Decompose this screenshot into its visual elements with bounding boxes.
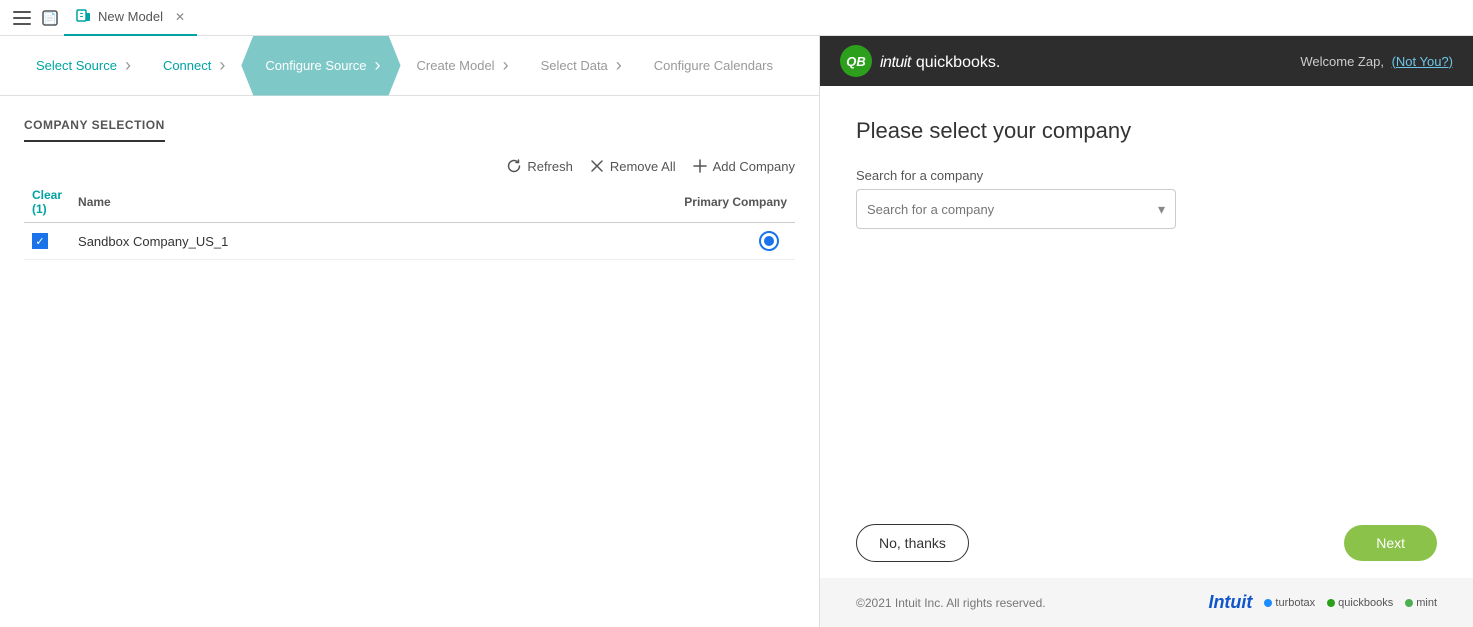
left-content: COMPANY SELECTION Refresh	[0, 96, 819, 627]
section-title: COMPANY SELECTION	[24, 118, 165, 142]
col-primary-header: Primary Company	[493, 182, 795, 223]
step-configure-calendars-label: Configure Calendars	[654, 58, 773, 73]
tab-new-model[interactable]: New Model ✕	[64, 0, 197, 36]
next-button[interactable]: Next	[1344, 525, 1437, 561]
col-name-header: Name	[70, 182, 493, 223]
right-panel: QB intuit quickbooks. Welcome Zap, (Not …	[820, 36, 1473, 627]
qb-logo-wordmark: intuit quickbooks.	[880, 51, 1000, 72]
add-company-icon	[692, 158, 708, 174]
no-thanks-button[interactable]: No, thanks	[856, 524, 969, 562]
wizard-step-create-model[interactable]: Create Model ›	[401, 36, 525, 96]
welcome-text: Welcome Zap,	[1300, 54, 1384, 69]
add-company-button[interactable]: Add Company	[692, 158, 795, 174]
svg-text:📄: 📄	[43, 12, 57, 25]
search-chevron-icon[interactable]: ▾	[1158, 201, 1165, 218]
qb-header: QB intuit quickbooks. Welcome Zap, (Not …	[820, 36, 1473, 86]
tab-bar: 📄 New Model ✕	[0, 0, 1473, 36]
row-checkbox[interactable]: ✓	[32, 233, 48, 249]
quickbooks-footer-logo: quickbooks	[1327, 597, 1393, 609]
qb-welcome: Welcome Zap, (Not You?)	[1300, 54, 1453, 69]
turbotax-dot-icon	[1264, 599, 1272, 607]
hamburger-button[interactable]	[8, 4, 36, 32]
step-select-data-label: Select Data	[541, 58, 608, 73]
refresh-button[interactable]: Refresh	[506, 158, 573, 174]
mint-dot-icon	[1405, 599, 1413, 607]
company-name-cell: Sandbox Company_US_1	[70, 223, 493, 260]
wizard-step-select-source[interactable]: Select Source ›	[20, 36, 147, 96]
step-create-model-label: Create Model	[417, 58, 495, 73]
footer-logos: Intuit turbotax quickbooks mint	[1208, 592, 1437, 613]
qb-intuit-text: intuit	[880, 54, 911, 71]
add-company-label: Add Company	[713, 159, 795, 174]
tab-close-button[interactable]: ✕	[175, 10, 185, 24]
wizard-step-connect[interactable]: Connect ›	[147, 36, 241, 96]
search-label: Search for a company	[856, 168, 1437, 183]
wizard-step-configure-source[interactable]: Configure Source ›	[241, 36, 400, 96]
step-configure-source-label: Configure Source	[265, 58, 366, 73]
qb-brand-text: quickbooks.	[916, 54, 1001, 71]
content-area: Select Source › Connect › Configure Sour…	[0, 36, 1473, 627]
primary-radio-cell	[493, 223, 795, 260]
copyright-text: ©2021 Intuit Inc. All rights reserved.	[856, 596, 1046, 610]
remove-all-label: Remove All	[610, 159, 676, 174]
qb-logo: QB intuit quickbooks.	[840, 45, 1000, 77]
new-tab-button[interactable]: 📄	[36, 4, 64, 32]
not-you-link[interactable]: (Not You?)	[1392, 54, 1453, 69]
svg-text:QB: QB	[846, 54, 866, 69]
turbotax-logo: turbotax	[1264, 597, 1315, 609]
app-container: 📄 New Model ✕ Select Source ›	[0, 0, 1473, 627]
remove-all-icon	[589, 158, 605, 174]
wizard-step-select-data[interactable]: Select Data ›	[525, 36, 638, 96]
model-icon	[76, 9, 92, 25]
wizard-nav: Select Source › Connect › Configure Sour…	[0, 36, 819, 96]
table-row: ✓ Sandbox Company_US_1	[24, 223, 795, 260]
refresh-icon	[506, 158, 522, 174]
left-panel: Select Source › Connect › Configure Sour…	[0, 36, 820, 627]
qb-actions: No, thanks Next	[820, 508, 1473, 578]
qb-page-title: Please select your company	[856, 118, 1437, 144]
qb-dot-icon	[1327, 599, 1335, 607]
company-search-input[interactable]	[867, 202, 1158, 217]
radio-selected-indicator	[764, 236, 774, 246]
primary-radio[interactable]	[759, 231, 779, 251]
remove-all-button[interactable]: Remove All	[589, 158, 676, 174]
wizard-step-configure-calendars[interactable]: Configure Calendars	[638, 36, 789, 96]
qb-footer: ©2021 Intuit Inc. All rights reserved. I…	[820, 578, 1473, 627]
qb-logo-icon: QB	[840, 45, 872, 77]
qb-body: Please select your company Search for a …	[820, 86, 1473, 508]
mint-logo: mint	[1405, 597, 1437, 609]
clear-link[interactable]: Clear (1)	[32, 188, 62, 216]
intuit-footer-logo: Intuit	[1208, 592, 1252, 613]
tab-label: New Model	[98, 9, 163, 24]
intuit-icon: QB	[844, 49, 868, 73]
refresh-label: Refresh	[527, 159, 573, 174]
step-connect-label: Connect	[163, 58, 211, 73]
company-toolbar: Refresh Remove All A	[24, 158, 795, 174]
checkmark-icon: ✓	[35, 235, 44, 248]
search-box: ▾	[856, 189, 1176, 229]
company-table: Clear (1) Name Primary Company ✓	[24, 182, 795, 260]
step-select-source-label: Select Source	[36, 58, 117, 73]
